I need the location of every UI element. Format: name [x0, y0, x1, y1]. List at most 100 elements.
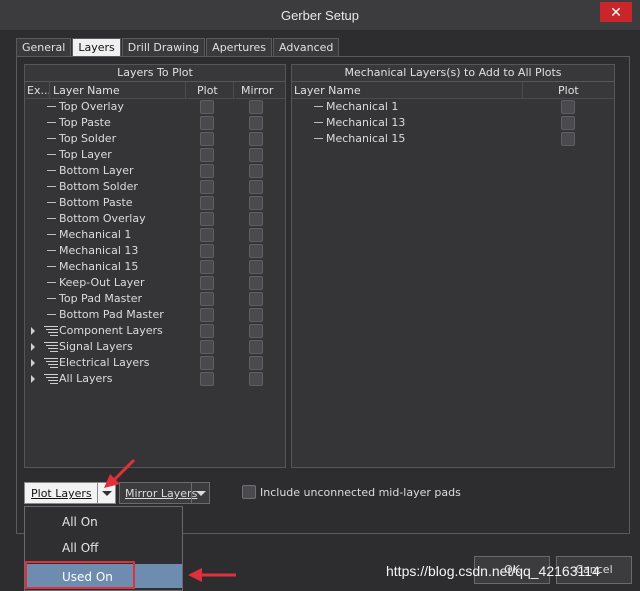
table-row: Top Solder [25, 131, 285, 147]
plot-checkbox[interactable] [200, 324, 214, 338]
plot-checkbox[interactable] [200, 148, 214, 162]
layer-line-icon [314, 106, 323, 107]
layer-line-icon [47, 234, 56, 235]
mirror-checkbox[interactable] [249, 228, 263, 242]
plot-layers-label: Plot Layers [31, 487, 92, 500]
menu-item-all-off[interactable]: All Off [25, 535, 182, 559]
mechanical-layers-list: Mechanical 1 Mechanical 13 Mechanical 15 [292, 99, 614, 147]
mirror-checkbox[interactable] [249, 116, 263, 130]
layer-line-icon [47, 282, 56, 283]
layer-line-icon [47, 314, 56, 315]
table-row: Top Overlay [25, 99, 285, 115]
layer-line-icon [47, 170, 56, 171]
plot-checkbox[interactable] [200, 132, 214, 146]
layer-name: Top Paste [59, 116, 111, 129]
mirror-checkbox[interactable] [249, 148, 263, 162]
layer-group-icon [44, 358, 58, 368]
layer-group-icon [44, 326, 58, 336]
tab-layers[interactable]: Layers [72, 38, 121, 56]
mirror-checkbox[interactable] [249, 132, 263, 146]
mirror-checkbox[interactable] [249, 196, 263, 210]
chevron-down-icon[interactable] [191, 483, 209, 503]
mirror-checkbox[interactable] [249, 164, 263, 178]
column-plot[interactable]: Plot [197, 84, 218, 97]
layer-name: Mechanical 1 [326, 100, 399, 113]
plot-checkbox[interactable] [200, 164, 214, 178]
close-button[interactable]: ✕ [600, 2, 632, 22]
menu-item-label: All Off [62, 541, 99, 555]
tab-drill-drawing[interactable]: Drill Drawing [121, 38, 206, 56]
plot-checkbox[interactable] [200, 356, 214, 370]
plot-checkbox[interactable] [200, 260, 214, 274]
layer-name: Top Solder [59, 132, 117, 145]
layer-line-icon [47, 138, 56, 139]
plot-checkbox[interactable] [200, 308, 214, 322]
plot-checkbox[interactable] [200, 116, 214, 130]
column-layer-name[interactable]: Layer Name [294, 84, 361, 97]
mirror-checkbox[interactable] [249, 180, 263, 194]
layer-name: Mechanical 1 [59, 228, 132, 241]
layer-line-icon [47, 202, 56, 203]
expand-arrow-icon[interactable] [31, 375, 35, 383]
expand-arrow-icon[interactable] [31, 343, 35, 351]
include-unconnected-checkbox[interactable] [242, 485, 256, 499]
layer-name: Electrical Layers [59, 356, 150, 369]
plot-checkbox[interactable] [200, 180, 214, 194]
plot-checkbox[interactable] [200, 196, 214, 210]
plot-checkbox[interactable] [200, 228, 214, 242]
plot-checkbox[interactable] [200, 292, 214, 306]
plot-checkbox[interactable] [561, 116, 575, 130]
layer-name: Top Layer [59, 148, 112, 161]
plot-checkbox[interactable] [561, 100, 575, 114]
plot-checkbox[interactable] [200, 276, 214, 290]
column-expand[interactable]: Ex... [27, 84, 51, 97]
table-row: Mechanical 1 [25, 227, 285, 243]
layer-name: Bottom Pad Master [59, 308, 164, 321]
table-row: Electrical Layers [25, 355, 285, 371]
layers-to-plot-title: Layers To Plot [25, 65, 285, 82]
mirror-checkbox[interactable] [249, 260, 263, 274]
table-row: Mechanical 13 [25, 243, 285, 259]
include-unconnected-label: Include unconnected mid-layer pads [260, 486, 461, 499]
mirror-checkbox[interactable] [249, 308, 263, 322]
column-mirror[interactable]: Mirror [241, 84, 273, 97]
layer-line-icon [47, 218, 56, 219]
mirror-checkbox[interactable] [249, 292, 263, 306]
tab-advanced[interactable]: Advanced [273, 38, 340, 56]
mirror-checkbox[interactable] [249, 324, 263, 338]
table-row: Top Paste [25, 115, 285, 131]
mirror-checkbox[interactable] [249, 340, 263, 354]
column-layer-name[interactable]: Layer Name [53, 84, 120, 97]
mirror-checkbox[interactable] [249, 276, 263, 290]
plot-checkbox[interactable] [200, 212, 214, 226]
layer-group-icon [44, 342, 58, 352]
mirror-checkbox[interactable] [249, 244, 263, 258]
plot-checkbox[interactable] [200, 100, 214, 114]
expand-arrow-icon[interactable] [31, 359, 35, 367]
layer-line-icon [47, 122, 56, 123]
tab-apertures[interactable]: Apertures [206, 38, 273, 56]
table-row: Top Pad Master [25, 291, 285, 307]
table-row: Mechanical 15 [292, 131, 614, 147]
mirror-checkbox[interactable] [249, 212, 263, 226]
plot-checkbox[interactable] [200, 244, 214, 258]
table-row: Bottom Pad Master [25, 307, 285, 323]
plot-checkbox[interactable] [561, 132, 575, 146]
mirror-checkbox[interactable] [249, 100, 263, 114]
layer-name: Mechanical 15 [59, 260, 139, 273]
layers-to-plot-panel: Layers To Plot Ex... Layer Name Plot Mir… [24, 64, 286, 468]
window-title: Gerber Setup [280, 8, 360, 23]
layer-name: Mechanical 15 [326, 132, 406, 145]
column-plot[interactable]: Plot [558, 84, 579, 97]
expand-arrow-icon[interactable] [31, 327, 35, 335]
table-row: Component Layers [25, 323, 285, 339]
table-row: Bottom Overlay [25, 211, 285, 227]
plot-checkbox[interactable] [200, 372, 214, 386]
table-row: Mechanical 15 [25, 259, 285, 275]
tab-general[interactable]: General [16, 38, 72, 56]
plot-checkbox[interactable] [200, 340, 214, 354]
mirror-checkbox[interactable] [249, 356, 263, 370]
mirror-checkbox[interactable] [249, 372, 263, 386]
layer-name: Mechanical 13 [59, 244, 139, 257]
menu-item-all-on[interactable]: All On [25, 509, 182, 533]
